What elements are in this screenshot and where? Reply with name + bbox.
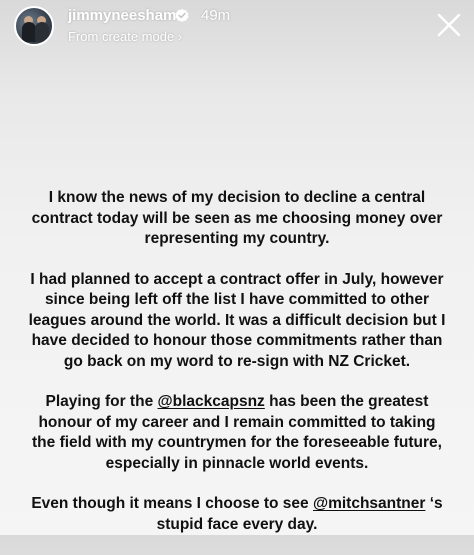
avatar[interactable] <box>14 6 54 46</box>
story-text: I know the news of my decision to declin… <box>0 188 474 555</box>
chevron-right-icon: › <box>177 29 183 44</box>
paragraph-2: I had planned to accept a contract offer… <box>28 270 446 370</box>
verified-badge-icon <box>175 8 189 22</box>
username[interactable]: jimmyneesham <box>68 7 176 24</box>
post-time: 49m <box>201 7 231 24</box>
paragraph-1: I know the news of my decision to declin… <box>31 189 443 247</box>
mention-blackcapsnz[interactable]: @blackcapsnz <box>158 393 265 410</box>
create-mode-label: From create mode <box>68 29 175 44</box>
story-header: jimmyneesham 49m From create mode › <box>0 0 474 52</box>
paragraph-3: Playing for the @blackcapsnz has been th… <box>32 393 442 472</box>
mention-mitchsantner[interactable]: @mitchsantner <box>313 495 425 512</box>
create-mode-link[interactable]: From create mode › <box>68 29 182 44</box>
paragraph-4: Even though it means I choose to see @mi… <box>31 495 443 533</box>
close-icon[interactable] <box>434 10 464 40</box>
